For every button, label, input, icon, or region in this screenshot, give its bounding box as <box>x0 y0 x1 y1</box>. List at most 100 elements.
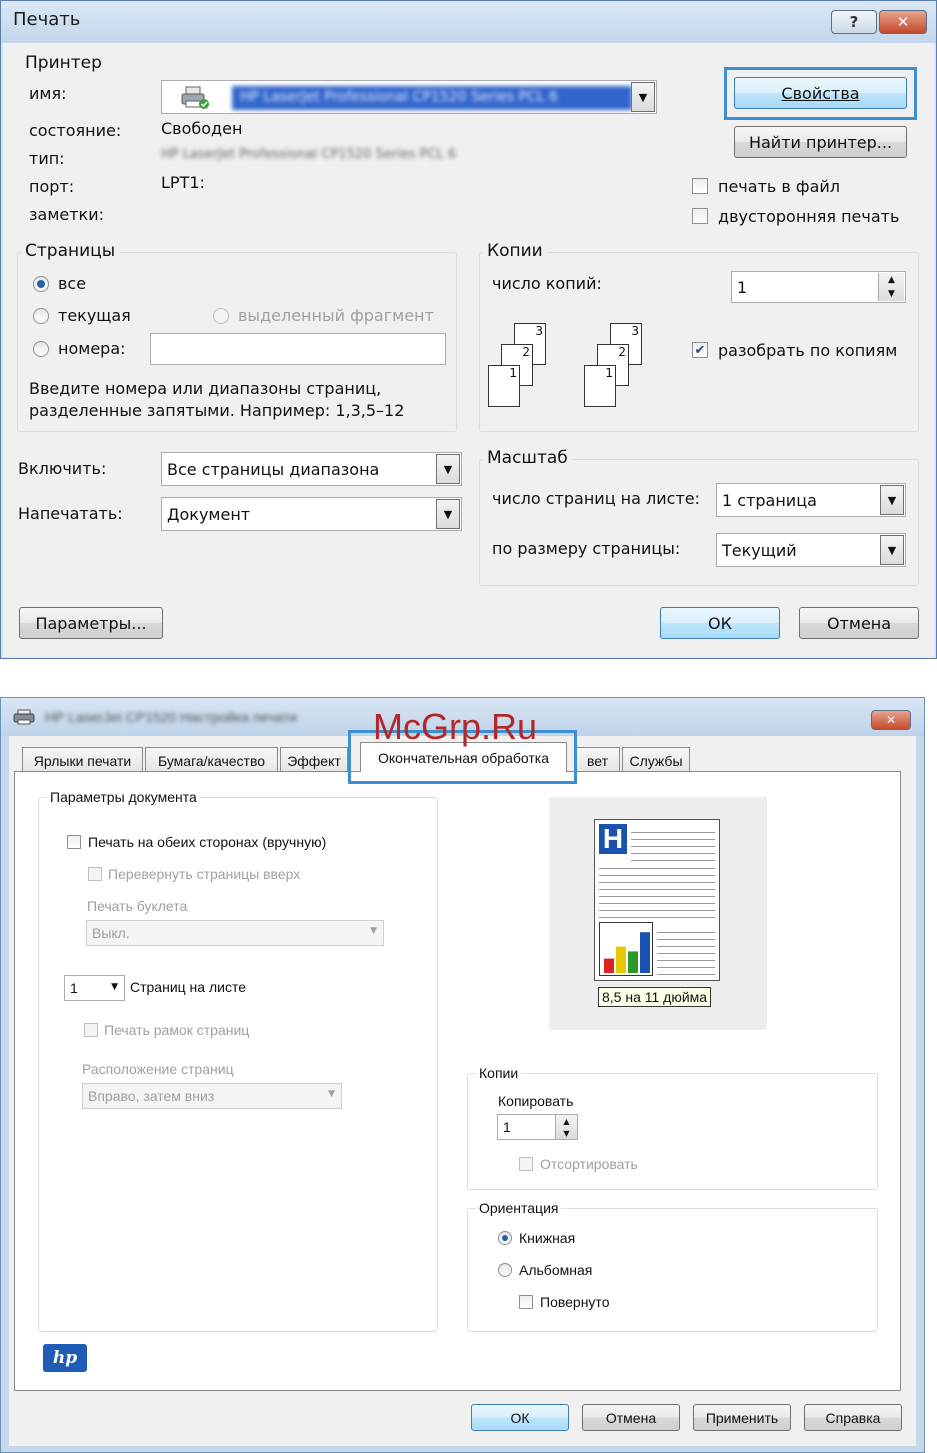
properties-button[interactable]: Свойства <box>734 77 907 109</box>
landscape-label: Альбомная <box>519 1262 593 1278</box>
pages-current-radio[interactable] <box>33 308 49 324</box>
fit-to-page-label: по размеру страницы: <box>492 539 681 558</box>
printer-name-label: имя: <box>29 84 67 103</box>
help-button[interactable]: Справка <box>804 1404 902 1431</box>
copies-count-value: 1 <box>737 277 748 297</box>
rotated-label: Повернуто <box>540 1294 610 1310</box>
copies-count-label: число копий: <box>492 274 602 293</box>
chevron-down-icon[interactable]: ▼ <box>436 499 460 529</box>
apply-button[interactable]: Применить <box>693 1404 791 1431</box>
spin-down-icon[interactable]: ▼ <box>888 289 895 299</box>
tab-color[interactable]: вет <box>575 747 620 773</box>
pages-selection-radio <box>213 308 229 324</box>
page-order-label: Расположение страниц <box>82 1061 234 1077</box>
cancel-button[interactable]: Отмена <box>799 607 919 639</box>
preview-sheet: H <box>594 819 720 981</box>
pages-all-radio[interactable] <box>33 276 49 292</box>
find-printer-button[interactable]: Найти принтер... <box>734 126 907 158</box>
tab-effects[interactable]: Эффект <box>280 747 348 773</box>
hp-logo: hp <box>43 1344 87 1372</box>
print-borders-checkbox <box>84 1023 98 1037</box>
copies-count-input[interactable]: 1 ▲ ▼ <box>731 271 906 303</box>
ok-button[interactable]: ОК <box>660 607 780 639</box>
printer-name-select[interactable]: HP LaserJet Professional CP1520 Series P… <box>161 80 657 114</box>
chevron-down-icon[interactable]: ▼ <box>631 82 655 112</box>
chevron-down-icon[interactable]: ▼ <box>880 485 904 515</box>
copies-spinner[interactable]: ▲ ▼ <box>878 273 904 301</box>
spin-up-icon[interactable]: ▲ <box>888 275 895 285</box>
chevron-down-icon[interactable]: ▼ <box>111 982 118 992</box>
watermark: McGrp.Ru <box>373 706 538 747</box>
print-to-file-checkbox[interactable] <box>692 178 708 194</box>
fit-to-page-select[interactable]: Текущий ▼ <box>716 533 906 567</box>
preview-bar <box>604 958 614 973</box>
pages-all-label: все <box>58 274 87 293</box>
preview-bar <box>616 946 626 973</box>
tab-paper-quality[interactable]: Бумага/качество <box>145 747 278 773</box>
preview-letter: H <box>599 824 627 854</box>
copy-spinner[interactable]: ▲ ▼ <box>555 1115 577 1139</box>
chevron-down-icon[interactable]: ▼ <box>436 454 460 484</box>
pages-per-sheet-select[interactable]: 1 страница ▼ <box>716 483 906 517</box>
portrait-radio[interactable] <box>498 1231 512 1245</box>
chevron-down-icon: ▼ <box>328 1089 335 1099</box>
print-what-value: Документ <box>167 504 251 524</box>
help-button[interactable]: ? <box>831 10 877 34</box>
pages-group-title: Страницы <box>21 241 120 261</box>
include-select[interactable]: Все страницы диапазона ▼ <box>161 452 462 486</box>
flip-pages-up-checkbox <box>88 867 102 881</box>
cancel-button[interactable]: Отмена <box>582 1404 680 1431</box>
pages-current-label: текущая <box>58 306 131 325</box>
scale-group-title: Масштаб <box>483 448 572 468</box>
pages-per-sheet-label: число страниц на листе: <box>492 489 700 508</box>
spin-down-icon[interactable]: ▼ <box>563 1129 569 1138</box>
type-value: HP LaserJet Professional CP1520 Series P… <box>161 147 457 162</box>
chevron-down-icon[interactable]: ▼ <box>880 535 904 565</box>
pages-hint-line1: Введите номера или диапазоны страниц, <box>29 379 382 398</box>
preview-bar <box>640 932 650 973</box>
fit-to-page-value: Текущий <box>722 540 797 560</box>
preview-bar <box>628 951 638 973</box>
manual-duplex-checkbox[interactable] <box>67 835 81 849</box>
spin-up-icon[interactable]: ▲ <box>563 1117 569 1126</box>
portrait-label: Книжная <box>519 1230 576 1246</box>
tab-services[interactable]: Службы <box>622 747 690 773</box>
pages-numbers-input[interactable] <box>150 333 446 365</box>
print-what-select[interactable]: Документ ▼ <box>161 497 462 531</box>
collate-stack-icon: 3 2 1 <box>488 323 558 413</box>
pages-numbers-radio[interactable] <box>33 341 49 357</box>
ok-button[interactable]: ОК <box>471 1404 569 1431</box>
printer-icon <box>180 85 210 109</box>
collate-label: Отсортировать <box>540 1156 638 1172</box>
include-label: Включить: <box>18 459 107 478</box>
type-label: тип: <box>29 149 65 168</box>
status-value: Свободен <box>161 119 243 138</box>
pages-per-sheet-select[interactable]: 1 ▼ <box>64 975 125 1001</box>
print-to-file-label: печать в файл <box>718 177 841 196</box>
stack-page-1: 1 <box>584 365 616 407</box>
port-label: порт: <box>29 177 75 196</box>
pages-numbers-label: номера: <box>58 339 126 358</box>
collate-checkbox <box>519 1157 533 1171</box>
pages-per-sheet-label: Страниц на листе <box>130 979 246 995</box>
tab-print-shortcuts[interactable]: Ярлыки печати <box>22 747 143 773</box>
manual-duplex-label: Печать на обеих сторонах (вручную) <box>88 834 327 850</box>
preview-text-lines <box>599 862 715 922</box>
chevron-down-icon: ▼ <box>370 926 377 936</box>
print-what-label: Напечатать: <box>18 504 123 523</box>
duplex-label: двусторонняя печать <box>718 207 900 226</box>
options-button[interactable]: Параметры... <box>19 607 163 639</box>
close-button[interactable]: ✕ <box>879 10 927 34</box>
flip-pages-up-label: Перевернуть страницы вверх <box>108 866 301 882</box>
close-button[interactable]: ✕ <box>871 710 911 730</box>
dialog-title: Печать <box>13 9 81 30</box>
duplex-checkbox[interactable] <box>692 208 708 224</box>
landscape-radio[interactable] <box>498 1263 512 1277</box>
copy-count-value: 1 <box>503 1119 511 1135</box>
print-dialog: Печать ? ✕ Принтер имя: HP LaserJet Prof… <box>0 0 937 659</box>
printer-group-title: Принтер <box>25 53 102 73</box>
copy-count-input[interactable]: 1 ▲ ▼ <box>497 1114 578 1140</box>
collate-checkbox[interactable]: ✔ <box>692 342 708 358</box>
rotated-checkbox[interactable] <box>519 1295 533 1309</box>
printer-name-value: HP LaserJet Professional CP1520 Series P… <box>232 86 632 110</box>
